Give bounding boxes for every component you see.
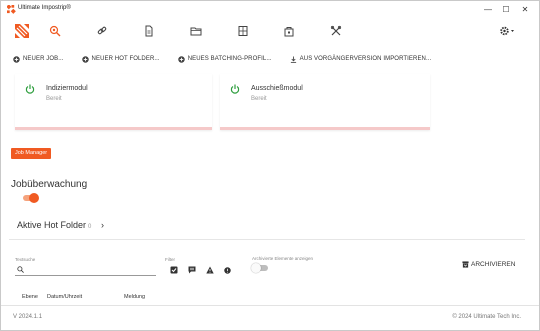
module-card-imposition[interactable]: Ausschießmodul Bereit — [220, 74, 430, 130]
add-circle-icon — [81, 55, 89, 63]
toggle-knob — [251, 263, 261, 273]
lock-box-icon[interactable] — [283, 25, 295, 37]
folder-icon[interactable] — [190, 25, 202, 37]
minimize-button[interactable]: — — [479, 3, 497, 16]
job-monitoring-toggle[interactable] — [23, 193, 39, 203]
settings-icon[interactable] — [499, 25, 515, 37]
warning-filter-icon[interactable] — [206, 266, 214, 274]
tools-icon[interactable] — [330, 25, 342, 37]
show-archived-toggle[interactable] — [251, 263, 268, 273]
close-button[interactable]: ✕ — [516, 3, 534, 16]
chevron-right-icon[interactable]: › — [101, 220, 104, 230]
action-bar: NEUER JOB... NEUER HOT FOLDER... NEUES B… — [13, 54, 449, 64]
job-monitoring-title: Jobüberwachung — [11, 179, 88, 190]
search-input[interactable] — [15, 275, 156, 276]
message-filter-icon[interactable] — [188, 266, 196, 274]
module-name: Ausschießmodul — [251, 85, 303, 92]
copyright-text: © 2024 Ultimate Tech Inc. — [452, 314, 521, 320]
column-header-level[interactable]: Ebene — [22, 294, 38, 300]
download-icon — [290, 55, 296, 63]
toggle-knob — [29, 193, 39, 203]
archive-icon — [462, 261, 469, 268]
layout-icon[interactable] — [237, 25, 249, 37]
archive-label: ARCHIVIEREN — [471, 261, 516, 268]
module-progress-bar — [15, 127, 212, 130]
app-logo-icon — [7, 5, 16, 14]
app-window: Ultimate Impostrip® — ☐ ✕ NEUER JOB... N… — [0, 0, 540, 331]
logo-icon[interactable] — [13, 22, 31, 40]
module-name: Indiziermodul — [46, 85, 88, 92]
show-archived-label: Archivierte Elemente anzeigen — [252, 256, 314, 261]
search-job-icon[interactable] — [49, 25, 61, 37]
active-hot-folders-title: Aktive Hot Folder — [17, 220, 87, 230]
version-text: V 2024.1.1 — [13, 314, 43, 320]
checkbox-filter-icon[interactable] — [170, 266, 178, 274]
column-header-message[interactable]: Meldung — [124, 294, 145, 300]
new-hot-folder-label: NEUER HOT FOLDER... — [91, 56, 160, 62]
search-icon — [17, 266, 24, 273]
module-progress-bar — [220, 127, 430, 130]
module-state: Bereit — [46, 96, 62, 102]
new-batching-profile-button[interactable]: NEUES BATCHING-PROFIL... — [177, 55, 272, 63]
job-manager-button[interactable]: Job Manager — [11, 148, 52, 159]
power-icon — [25, 84, 35, 94]
archive-button[interactable]: ARCHIVIEREN — [462, 261, 515, 268]
new-batching-profile-label: NEUES BATCHING-PROFIL... — [187, 56, 272, 62]
new-hot-folder-button[interactable]: NEUER HOT FOLDER... — [81, 55, 160, 63]
import-previous-version-label: AUS VORGÄNGERVERSION IMPORTIEREN... — [299, 56, 432, 62]
active-hot-folders-count: 0 — [88, 224, 92, 230]
new-job-label: NEUER JOB... — [23, 56, 64, 62]
add-circle-icon — [177, 55, 185, 63]
module-state: Bereit — [251, 96, 267, 102]
import-previous-version-button[interactable]: AUS VORGÄNGERVERSION IMPORTIEREN... — [290, 55, 432, 63]
new-job-button[interactable]: NEUER JOB... — [13, 55, 64, 63]
section-divider — [9, 239, 525, 240]
document-icon[interactable] — [143, 25, 155, 37]
module-card-indexing[interactable]: Indiziermodul Bereit — [15, 74, 212, 130]
add-circle-icon — [13, 55, 20, 63]
error-filter-icon[interactable] — [224, 267, 231, 274]
link-icon[interactable] — [96, 25, 108, 37]
maximize-button[interactable]: ☐ — [497, 3, 515, 16]
active-hot-folders-header[interactable]: Aktive Hot Folder 0 — [17, 220, 91, 230]
power-icon — [230, 84, 240, 94]
footer-divider — [1, 305, 539, 306]
title-bar: Ultimate Impostrip® — ☐ ✕ — [1, 1, 539, 18]
filter-label: Filter — [165, 257, 175, 262]
search-label: Textsuche — [15, 257, 36, 262]
window-title: Ultimate Impostrip® — [18, 5, 71, 11]
column-header-datetime[interactable]: Datum/Uhrzeit — [47, 294, 82, 300]
